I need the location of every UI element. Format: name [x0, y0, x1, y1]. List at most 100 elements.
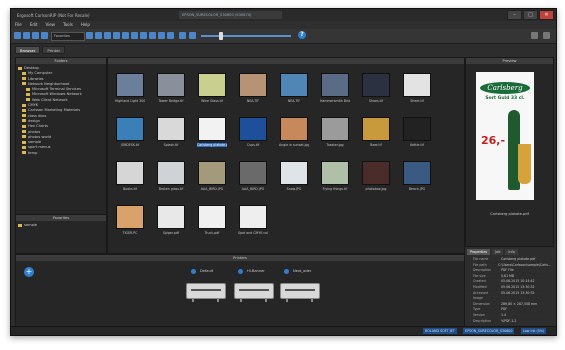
- tab-browser[interactable]: Browser: [15, 46, 41, 54]
- thumbnail[interactable]: AAA_BIRD.JPG: [238, 161, 268, 195]
- thumbnail[interactable]: Highland Light 300.jpg: [115, 73, 145, 107]
- thumbnail[interactable]: Beach.JPG: [402, 161, 432, 195]
- properties-icon[interactable]: [167, 32, 174, 39]
- thumbnail[interactable]: Sheet.tif: [402, 73, 432, 107]
- property-value: PDF: [501, 307, 508, 312]
- property-value: 289,80 × 287,508 mm: [501, 301, 538, 306]
- add-printer-button[interactable]: +: [24, 267, 34, 277]
- prev-icon[interactable]: [86, 32, 93, 39]
- close-button[interactable]: ✕: [539, 10, 554, 20]
- favorite-icon[interactable]: [14, 32, 21, 39]
- thumbnail-label: Toaster.jpg: [326, 143, 344, 147]
- grid-view-icon[interactable]: [113, 32, 120, 39]
- minimize-button[interactable]: –: [507, 10, 522, 20]
- thumbnail[interactable]: Beer.tif: [361, 117, 391, 151]
- edit-icon[interactable]: [158, 32, 165, 39]
- maximize-button[interactable]: □: [523, 10, 538, 20]
- slider-handle[interactable]: [219, 32, 223, 40]
- preview-subtitle: Sort Guld 33 cl.: [485, 96, 525, 101]
- thumbnail[interactable]: Angle in sunset.jpg: [279, 117, 309, 151]
- property-key: Type: [473, 307, 481, 312]
- thumbnail[interactable]: TIGER.PC: [115, 205, 145, 239]
- delete-icon[interactable]: [149, 32, 156, 39]
- folder-icon: [22, 145, 26, 149]
- menu-help[interactable]: Help: [81, 21, 90, 29]
- folder-icon: [22, 124, 26, 128]
- thumbnail[interactable]: Spot and CMYK colors.pdf: [238, 205, 268, 239]
- forward-icon[interactable]: [32, 32, 39, 39]
- printer-icon[interactable]: [186, 283, 226, 302]
- location-select[interactable]: Favorites: [51, 32, 85, 41]
- printer-icon[interactable]: [280, 283, 320, 302]
- menu-file[interactable]: File: [15, 21, 22, 29]
- menu-edit[interactable]: Edit: [30, 21, 38, 29]
- browser-header: [108, 58, 464, 64]
- tree-item[interactable]: temp: [18, 151, 104, 156]
- help-icon[interactable]: ?: [298, 31, 306, 39]
- thumbnail[interactable]: Splash.tif: [156, 117, 186, 151]
- printers-header: Printers: [16, 255, 464, 261]
- settings-icon[interactable]: [531, 32, 538, 39]
- thumbnail[interactable]: NEA.TIF: [279, 73, 309, 107]
- status-printer-1[interactable]: ROLAND SOFT JET: [423, 328, 457, 334]
- monitor-icon[interactable]: [104, 32, 111, 39]
- menu-tools[interactable]: Tools: [63, 21, 73, 29]
- property-key: File size: [473, 273, 486, 278]
- brand-logo: Carlsberg: [480, 82, 530, 94]
- copy-icon[interactable]: [122, 32, 129, 39]
- tab-printer[interactable]: Printer: [42, 46, 66, 54]
- thumbnail-size-icon[interactable]: [189, 32, 196, 39]
- property-value: 05.06.2015 10:14:42: [501, 279, 535, 284]
- cut-icon[interactable]: [131, 32, 138, 39]
- thumbnail-size-slider[interactable]: [201, 35, 291, 37]
- favorite-item[interactable]: sample: [18, 223, 104, 228]
- thumbnail[interactable]: JOBDESK.tif: [115, 117, 145, 151]
- printer-icon[interactable]: [234, 283, 274, 302]
- property-value: C:\Users\Carlsson\sample\Carls...: [498, 262, 551, 267]
- tab-info[interactable]: Info: [505, 249, 518, 255]
- title-bar: Ergosoft CarlsonRIP (Not For Resale) EPS…: [11, 9, 556, 21]
- thumbnail-image: [321, 73, 349, 97]
- thumbnail[interactable]: Spiger.pdf: [156, 205, 186, 239]
- thumbnail[interactable]: Toaster.jpg: [320, 117, 350, 151]
- menu-view[interactable]: View: [45, 21, 55, 29]
- preview-image: Carlsberg Sort Guld 33 cl. 26,-: [476, 72, 534, 200]
- thumbnail-label: Books.tif: [123, 187, 137, 191]
- next-icon[interactable]: [95, 32, 102, 39]
- status-printer-2[interactable]: EPSON_SURECOLOR_S30600: [463, 328, 515, 334]
- thumbnail[interactable]: Kettle.tif: [402, 117, 432, 151]
- thumbnail[interactable]: NEA.TIF: [238, 73, 268, 107]
- thumbnail[interactable]: Flying things.tif: [320, 161, 350, 195]
- menu-bar: File Edit View Tools Help: [11, 21, 556, 29]
- folder-icon: [22, 140, 26, 144]
- thumbnail[interactable]: photobox.jpg: [361, 161, 391, 195]
- thumbnail-image: [280, 161, 308, 185]
- thumbnail-image: [403, 117, 431, 141]
- thumbnail[interactable]: Tower Bridge.tif: [156, 73, 186, 107]
- printer-radio[interactable]: [284, 269, 289, 274]
- zoom-icon[interactable]: [179, 32, 186, 39]
- tab-job[interactable]: Job: [492, 249, 504, 255]
- thumbnail-label: Truck.pdf: [204, 231, 220, 235]
- thumbnail[interactable]: Shoes.tif: [361, 73, 391, 107]
- property-value: 05.06.2015 13:30:32: [501, 284, 535, 289]
- thumbnail[interactable]: Cups.tif: [238, 117, 268, 151]
- property-tabs: Properties Job Info: [467, 249, 518, 255]
- thumbnail[interactable]: Snow.JPG: [279, 161, 309, 195]
- thumbnail[interactable]: Truck.pdf: [197, 205, 227, 239]
- thumbnail[interactable]: Hammersmith Bridge.jpg: [320, 73, 350, 107]
- up-folder-icon[interactable]: [41, 32, 48, 39]
- layout-icon[interactable]: [543, 32, 550, 39]
- thumbnail-image: [321, 117, 349, 141]
- back-icon[interactable]: [23, 32, 30, 39]
- thumbnail[interactable]: Books.tif: [115, 161, 145, 195]
- printer-radio[interactable]: [191, 269, 196, 274]
- thumbnail[interactable]: Wine Glass.tif: [197, 73, 227, 107]
- thumbnail[interactable]: Broken glass.tif: [156, 161, 186, 195]
- thumbnail[interactable]: Carlsberg plakate.pdf: [197, 117, 227, 151]
- printer-radio[interactable]: [238, 269, 243, 274]
- paste-icon[interactable]: [140, 32, 147, 39]
- thumbnail[interactable]: AAA_BIRD.JPG: [197, 161, 227, 195]
- tab-properties[interactable]: Properties: [467, 249, 491, 255]
- thumbnail-image: [198, 205, 226, 229]
